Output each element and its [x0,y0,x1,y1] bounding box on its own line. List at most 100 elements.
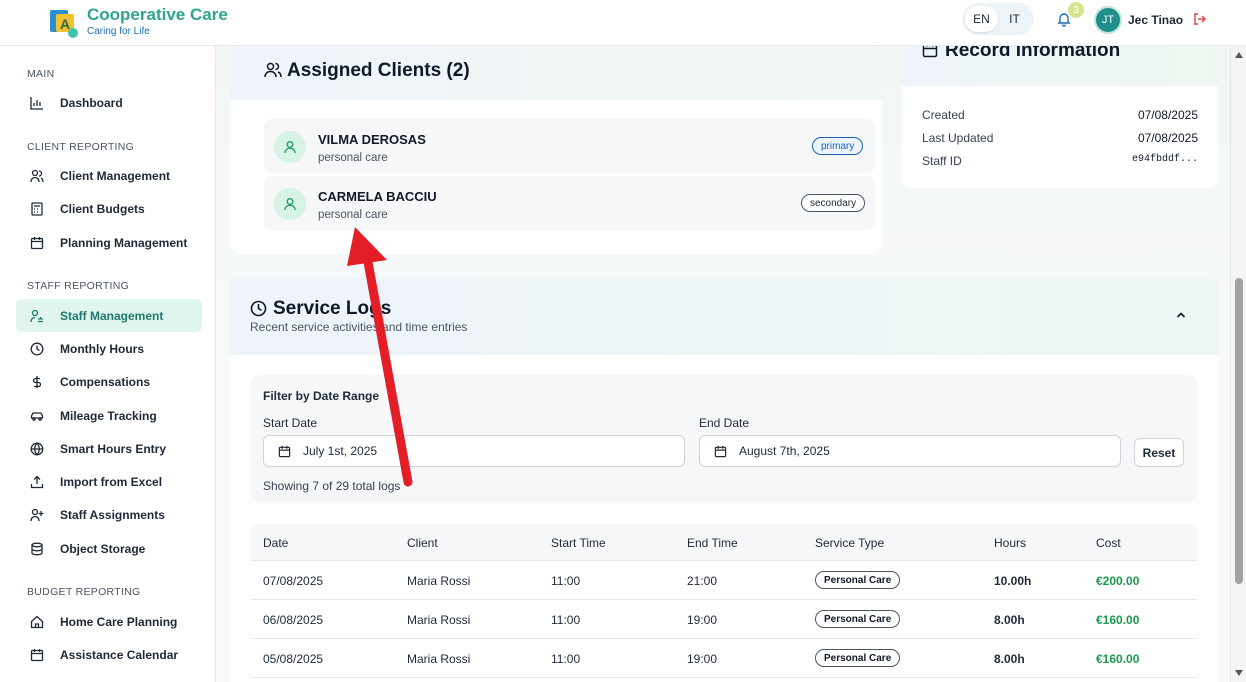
status-badge: secondary [801,194,866,212]
client-name: VILMA DEROSAS [318,132,426,147]
service-type-badge: Personal Care [815,571,901,589]
table-row[interactable]: 06/08/2025 Maria Rossi 11:00 19:00 Perso… [250,600,1198,639]
date-filter: Filter by Date Range Start Date July 1st… [250,375,1198,503]
sidebar-item-planning-management[interactable]: Planning Management [16,226,202,259]
column-header[interactable]: Hours [994,536,1026,550]
service-logs-title: Service Logs [273,298,392,319]
logout-icon[interactable] [1193,12,1207,26]
service-logs-header[interactable]: Service Logs Recent service activities a… [230,278,1218,355]
calendar-icon [29,235,45,251]
client-row[interactable]: CARMELA BACCIU personal care secondary [264,176,875,230]
avatar[interactable]: JT [1094,6,1122,34]
column-header[interactable]: Client [407,536,438,550]
user-plus-icon [29,507,45,523]
sidebar-item-monthly-hours[interactable]: Monthly Hours [16,332,202,365]
sidebar-item-mileage-tracking[interactable]: Mileage Tracking [16,399,202,432]
cell-end-time: 19:00 [687,613,718,627]
sidebar-item-client-budgets[interactable]: Client Budgets [16,192,202,225]
cell-start-time: 11:00 [551,652,581,666]
column-header[interactable]: End Time [687,536,738,550]
client-type: personal care [318,152,388,164]
sidebar-item-object-storage[interactable]: Object Storage [16,532,202,565]
start-date-value: July 1st, 2025 [303,444,378,458]
main-content: Assigned Clients (2) VILMA DEROSAS perso… [216,46,1230,682]
column-header[interactable]: Service Type [815,536,884,550]
log-count: Showing 7 of 29 total logs [263,479,401,493]
user-name[interactable]: Jec Tinao [1128,13,1183,27]
sidebar-item-dashboard[interactable]: Dashboard [16,86,202,119]
notification-badge: 3 [1068,2,1084,18]
service-type-badge: Personal Care [815,649,901,667]
sidebar-item-label: Import from Excel [60,474,163,489]
sidebar: MAIN Dashboard CLIENT REPORTING Client M… [0,46,216,682]
assigned-clients-card: Assigned Clients (2) VILMA DEROSAS perso… [230,46,882,254]
assigned-clients-header: Assigned Clients (2) [230,46,882,100]
cell-cost: €200.00 [1096,574,1140,588]
calendar-icon [278,445,291,457]
sidebar-item-home-care-planning[interactable]: Home Care Planning [16,605,202,638]
record-label: Staff ID [922,154,962,168]
cell-end-time: 19:00 [687,652,718,666]
page-scrollbar[interactable] [1230,46,1246,682]
column-header[interactable]: Date [263,536,288,550]
record-value: 07/08/2025 [1137,108,1198,122]
staff-id-value: e94fbddf... [1131,154,1198,165]
sidebar-item-label: Client Management [60,168,171,183]
cell-cost: €160.00 [1096,613,1140,627]
calendar-icon [714,445,727,457]
cell-date: 05/08/2025 [263,652,324,666]
column-header[interactable]: Start Time [551,536,606,550]
cell-hours: 10.00h [994,574,1032,588]
assigned-clients-title: Assigned Clients (2) [287,60,470,81]
service-logs-subtitle: Recent service activities and time entri… [250,320,468,334]
calendar-icon [922,46,938,58]
car-icon [29,408,45,424]
end-date-picker[interactable]: August 7th, 2025 [699,435,1121,467]
cell-hours: 8.00h [994,613,1025,627]
users-icon [29,168,45,184]
table-row[interactable]: 05/08/2025 Maria Rossi 11:00 19:00 Perso… [250,639,1198,678]
chevron-up-icon[interactable] [1175,309,1187,321]
cell-client: Maria Rossi [407,652,471,666]
table-row[interactable]: 07/08/2025 Maria Rossi 11:00 21:00 Perso… [250,561,1198,600]
record-information-card: Record Information Created 07/08/2025 La… [902,46,1218,188]
column-header[interactable]: Cost [1096,536,1121,550]
calendar-icon [29,647,45,663]
start-date-picker[interactable]: July 1st, 2025 [263,435,685,467]
clock-icon [29,341,45,357]
client-type: personal care [318,209,388,221]
section-title-budget-reporting: BUDGET REPORTING [27,586,141,598]
sidebar-item-staff-assignments[interactable]: Staff Assignments [16,498,202,531]
scroll-up-arrow-icon[interactable] [1235,52,1243,58]
record-label: Last Updated [922,131,994,145]
sidebar-item-label: Smart Hours Entry [60,441,167,456]
record-value: 07/08/2025 [1137,131,1198,145]
sidebar-item-import-from-excel[interactable]: Import from Excel [16,465,202,498]
cell-start-time: 11:00 [551,574,581,588]
cell-start-time: 11:00 [551,613,581,627]
sidebar-item-client-management[interactable]: Client Management [16,159,202,192]
globe-icon [29,441,45,457]
lang-it-button[interactable]: IT [998,6,1031,32]
reset-button[interactable]: Reset [1134,438,1184,467]
language-toggle: EN IT [962,3,1034,35]
sidebar-item-staff-management[interactable]: Staff Management [16,299,202,332]
client-row[interactable]: VILMA DEROSAS personal care primary [264,119,875,173]
record-information-header: Record Information [902,46,1218,86]
sidebar-item-compensations[interactable]: Compensations [16,365,202,398]
bar-chart-icon [29,95,45,111]
sidebar-item-label: Monthly Hours [60,341,144,356]
cell-date: 06/08/2025 [263,613,324,627]
lang-en-button[interactable]: EN [965,6,998,32]
service-type-badge: Personal Care [815,610,901,628]
sidebar-item-smart-hours-entry[interactable]: Smart Hours Entry [16,432,202,465]
end-date-value: August 7th, 2025 [739,444,830,458]
cell-cost: €160.00 [1096,652,1140,666]
scrollbar-thumb[interactable] [1235,278,1243,584]
start-date-label: Start Date [263,416,318,430]
record-label: Created [922,108,965,122]
upload-icon [29,474,45,490]
scroll-down-arrow-icon[interactable] [1235,670,1243,676]
sidebar-item-assistance-calendar[interactable]: Assistance Calendar [16,638,202,671]
dollar-icon [29,374,45,390]
